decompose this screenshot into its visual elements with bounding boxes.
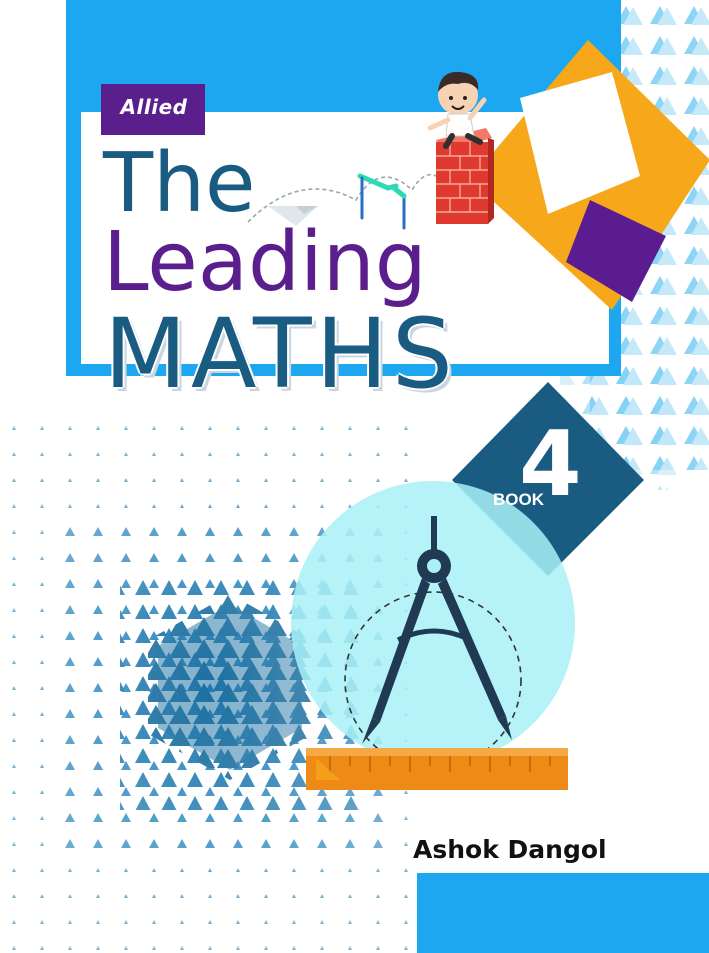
ruler-icon [306, 748, 568, 790]
book-cover: Allied The Leading MATHS 4 BOOK Ashok Da… [0, 0, 709, 953]
bottom-blue-block [417, 873, 709, 953]
title-line-leading: Leading [103, 215, 427, 310]
title-line-maths: MATHS [104, 298, 457, 410]
publisher-logo-text: Allied [120, 95, 188, 119]
book-label: BOOK [493, 490, 544, 509]
author-name: Ashok Dangol [413, 835, 607, 864]
title-line-the: The [103, 136, 256, 231]
